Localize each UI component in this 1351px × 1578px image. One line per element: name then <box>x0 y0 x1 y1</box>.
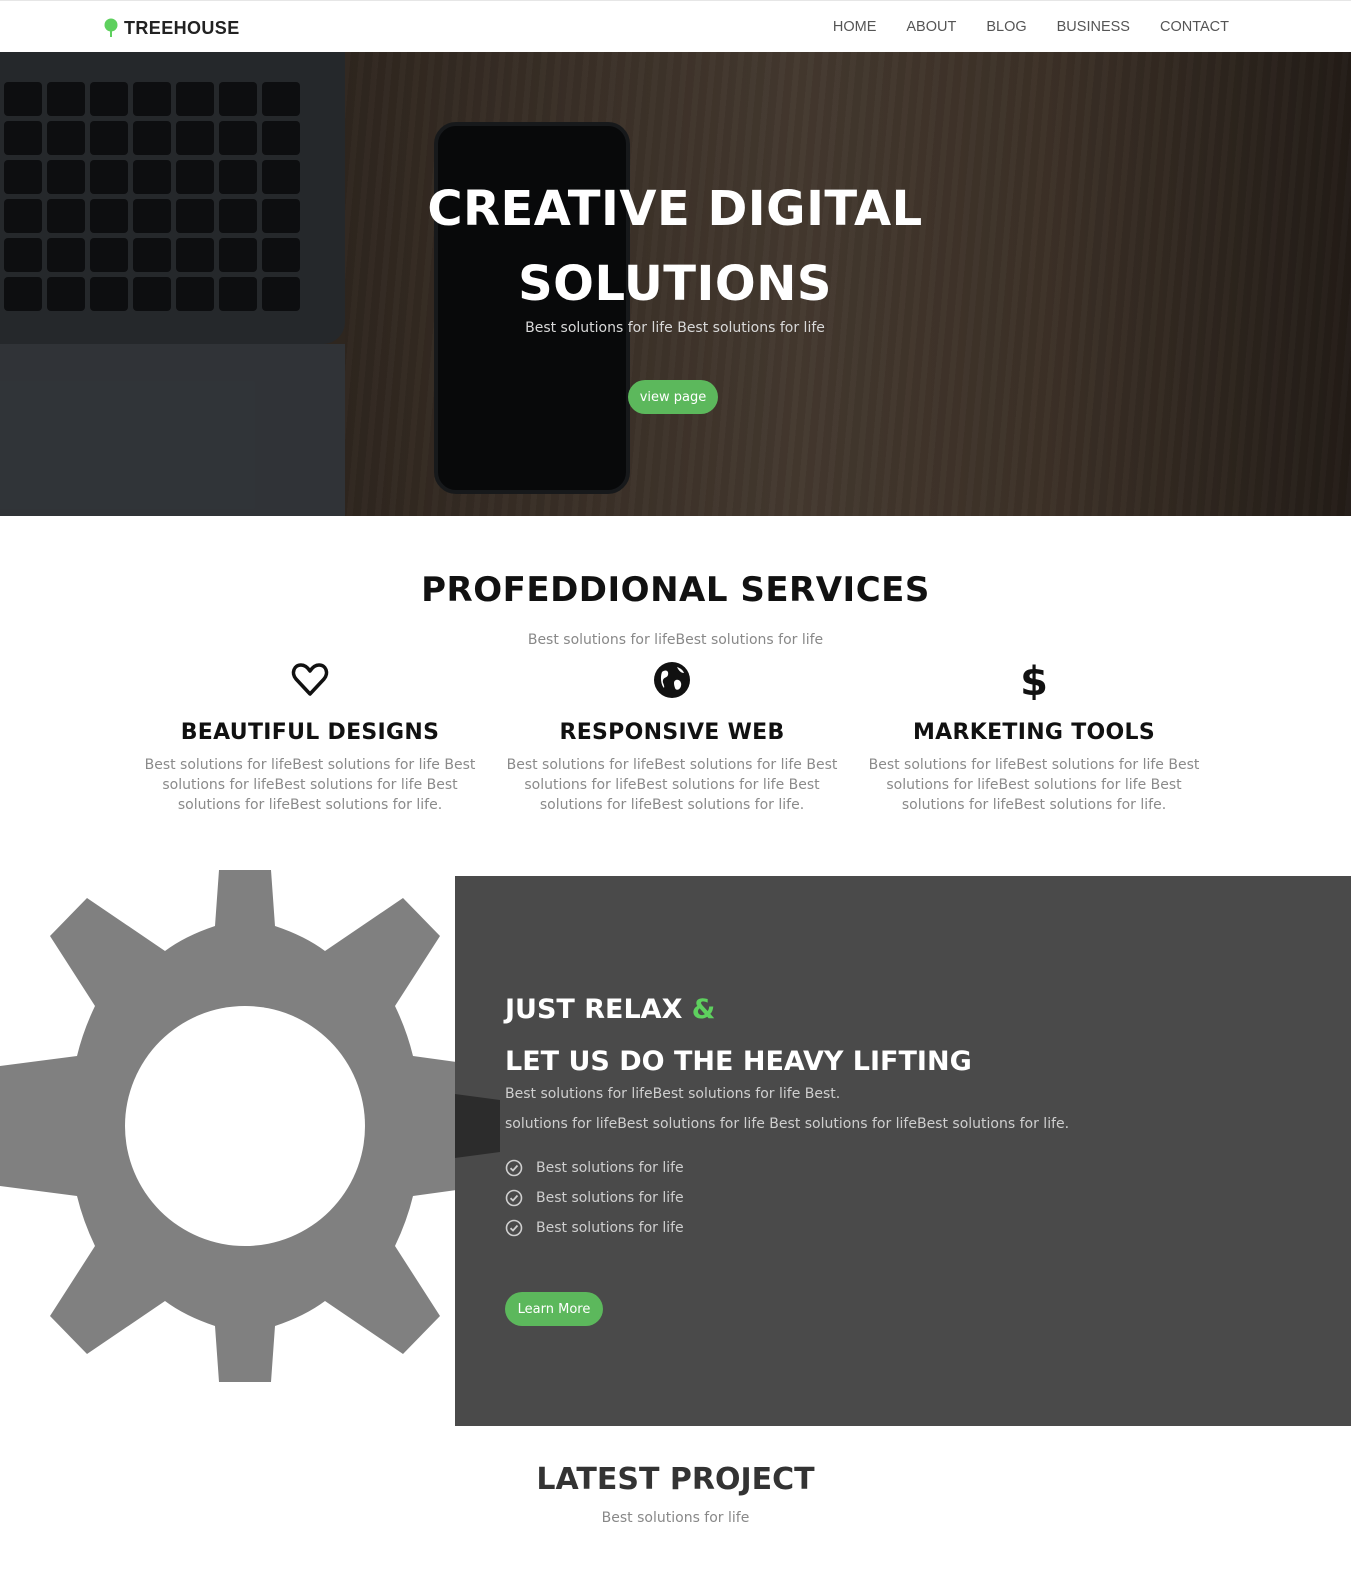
service-responsive-web: RESPONSIVE WEB Best solutions for lifeBe… <box>502 660 842 815</box>
service-text: Best solutions for lifeBest solutions fo… <box>506 757 838 813</box>
nav-contact[interactable]: CONTACT <box>1160 19 1229 35</box>
nav-home[interactable]: HOME <box>833 19 877 35</box>
check-circle-icon <box>505 1159 523 1177</box>
latest-project-title: LATEST PROJECT <box>536 1462 815 1497</box>
relax-text-2: solutions for lifeBest solutions for lif… <box>505 1116 1070 1132</box>
check-list-item: Best solutions for life <box>505 1189 684 1207</box>
nav-about[interactable]: ABOUT <box>906 19 956 35</box>
service-marketing-tools: $ MARKETING TOOLS Best solutions for lif… <box>864 660 1204 815</box>
check-list-item: Best solutions for life <box>505 1219 684 1237</box>
hero-title-line2: SOLUTIONS <box>518 256 832 312</box>
service-title: BEAUTIFUL DESIGNS <box>180 720 440 745</box>
nav-blog[interactable]: BLOG <box>986 19 1026 35</box>
service-text: Best solutions for lifeBest solutions fo… <box>868 757 1200 813</box>
check-list-item: Best solutions for life <box>505 1159 684 1177</box>
heart-icon <box>291 663 329 696</box>
view-page-button[interactable]: view page <box>628 380 718 414</box>
check-text: Best solutions for life <box>536 1220 684 1236</box>
brand-logo-link[interactable]: TREEHOUSE <box>104 17 240 39</box>
relax-title: JUST RELAX & LET US DO THE HEAVY LIFTING <box>505 984 972 1088</box>
svg-text:$: $ <box>1020 660 1048 700</box>
service-beautiful-designs: BEAUTIFUL DESIGNS Best solutions for lif… <box>140 660 480 815</box>
globe-icon <box>654 662 690 698</box>
gear-icon <box>0 870 500 1382</box>
latest-project-subtitle: Best solutions for life <box>601 1510 750 1526</box>
hero-title-line1: CREATIVE DIGITAL <box>427 181 923 237</box>
tree-icon <box>104 18 118 37</box>
service-title: RESPONSIVE WEB <box>559 720 785 745</box>
check-circle-icon <box>505 1189 523 1207</box>
relax-panel <box>455 876 1351 1426</box>
dollar-icon: $ <box>1020 660 1048 700</box>
top-navbar: TREEHOUSE HOME ABOUT BLOG BUSINESS CONTA… <box>0 0 1351 52</box>
service-text: Best solutions for lifeBest solutions fo… <box>144 757 476 813</box>
hero-subtitle: Best solutions for life Best solutions f… <box>525 320 825 336</box>
learn-more-button[interactable]: Learn More <box>505 1292 603 1326</box>
brand-name: TREEHOUSE <box>124 17 240 38</box>
service-title: MARKETING TOOLS <box>912 720 1156 745</box>
hero-title: CREATIVE DIGITAL SOLUTIONS <box>375 172 975 322</box>
services-title: PROFEDDIONAL SERVICES <box>421 570 930 610</box>
services-subtitle: Best solutions for lifeBest solutions fo… <box>527 632 824 648</box>
relax-title-amp: & <box>691 994 716 1025</box>
nav-business[interactable]: BUSINESS <box>1057 19 1130 35</box>
relax-title-part1: JUST RELAX <box>505 994 683 1025</box>
check-text: Best solutions for life <box>536 1160 684 1176</box>
check-text: Best solutions for life <box>536 1190 684 1206</box>
main-nav: HOME ABOUT BLOG BUSINESS CONTACT <box>803 1 1229 53</box>
check-circle-icon <box>505 1219 523 1237</box>
hero-banner: CREATIVE DIGITAL SOLUTIONS Best solution… <box>0 52 1351 516</box>
relax-text-1: Best solutions for lifeBest solutions fo… <box>505 1086 841 1102</box>
relax-title-line2: LET US DO THE HEAVY LIFTING <box>505 1046 972 1077</box>
